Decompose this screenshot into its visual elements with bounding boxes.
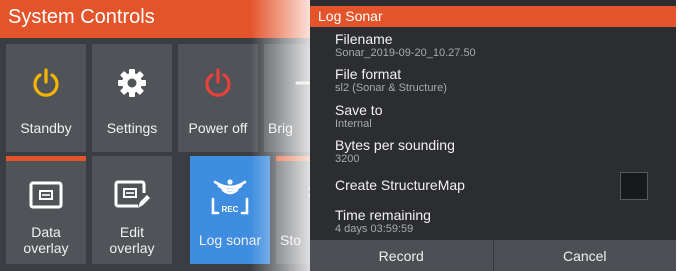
bytes-per-sounding-value: 3200 — [335, 153, 360, 165]
data-overlay-label: Data overlay — [23, 224, 69, 256]
system-controls-panel: System Controls Standby Settings Power o… — [0, 0, 312, 271]
edit-overlay-tile[interactable]: Edit overlay — [92, 156, 172, 264]
create-structuremap-label: Create StructureMap — [335, 177, 465, 193]
create-structuremap-checkbox[interactable] — [620, 172, 648, 200]
data-overlay-tile[interactable]: Data overlay — [6, 156, 86, 264]
log-sonar-dialog: Log Sonar Filename Sonar_2019-09-20_10.2… — [310, 0, 676, 271]
settings-label: Settings — [106, 120, 158, 136]
filename-label: Filename — [335, 31, 393, 47]
store-icon — [276, 170, 312, 220]
power-off-tile[interactable]: Power off — [178, 44, 258, 152]
time-remaining-label: Time remaining — [335, 207, 431, 223]
power-off-icon — [178, 58, 258, 108]
cancel-button[interactable]: Cancel — [494, 240, 677, 271]
store-label: Sto — [280, 232, 302, 248]
edit-overlay-icon — [92, 170, 172, 220]
edit-overlay-label: Edit overlay — [109, 224, 155, 256]
filename-value: Sonar_2019-09-20_10.27.50 — [335, 47, 476, 59]
create-structuremap-row[interactable]: Create StructureMap — [335, 177, 655, 193]
system-controls-title: System Controls — [8, 6, 155, 28]
settings-tile[interactable]: Settings — [92, 44, 172, 152]
store-tile[interactable]: Sto — [276, 156, 312, 264]
log-sonar-header: Log Sonar — [310, 6, 676, 27]
active-indicator — [276, 156, 312, 161]
log-sonar-title: Log Sonar — [318, 8, 383, 24]
save-to-value: Internal — [335, 118, 372, 130]
record-button[interactable]: Record — [310, 240, 493, 271]
standby-tile[interactable]: Standby — [6, 44, 86, 152]
log-sonar-label: Log sonar — [198, 232, 262, 248]
filename-field[interactable]: Filename Sonar_2019-09-20_10.27.50 — [335, 31, 655, 60]
save-to-label: Save to — [335, 102, 383, 118]
rec-icon-text: REC — [222, 205, 239, 214]
bytes-per-sounding-field[interactable]: Bytes per sounding 3200 — [335, 137, 655, 166]
power-standby-icon — [6, 58, 86, 108]
log-sonar-tile[interactable]: REC Log sonar — [190, 156, 270, 264]
brightness-label: Brig — [268, 120, 293, 136]
time-remaining-value: 4 days 03:59:59 — [335, 223, 414, 235]
gear-icon — [92, 58, 172, 108]
system-controls-header: System Controls — [0, 0, 312, 38]
dialog-button-bar: Record Cancel — [310, 240, 676, 271]
bytes-per-sounding-label: Bytes per sounding — [335, 137, 455, 153]
brightness-tile[interactable]: Brig — [264, 44, 312, 152]
save-to-field[interactable]: Save to Internal — [335, 102, 655, 131]
standby-label: Standby — [20, 120, 72, 136]
power-off-label: Power off — [188, 120, 248, 136]
data-overlay-icon — [6, 170, 86, 220]
file-format-label: File format — [335, 66, 402, 82]
file-format-field[interactable]: File format sl2 (Sonar & Structure) — [335, 66, 655, 95]
brightness-icon — [264, 58, 312, 108]
file-format-value: sl2 (Sonar & Structure) — [335, 82, 447, 94]
time-remaining-field: Time remaining 4 days 03:59:59 — [335, 207, 655, 236]
active-indicator — [6, 156, 86, 161]
log-sonar-icon: REC — [190, 170, 270, 220]
